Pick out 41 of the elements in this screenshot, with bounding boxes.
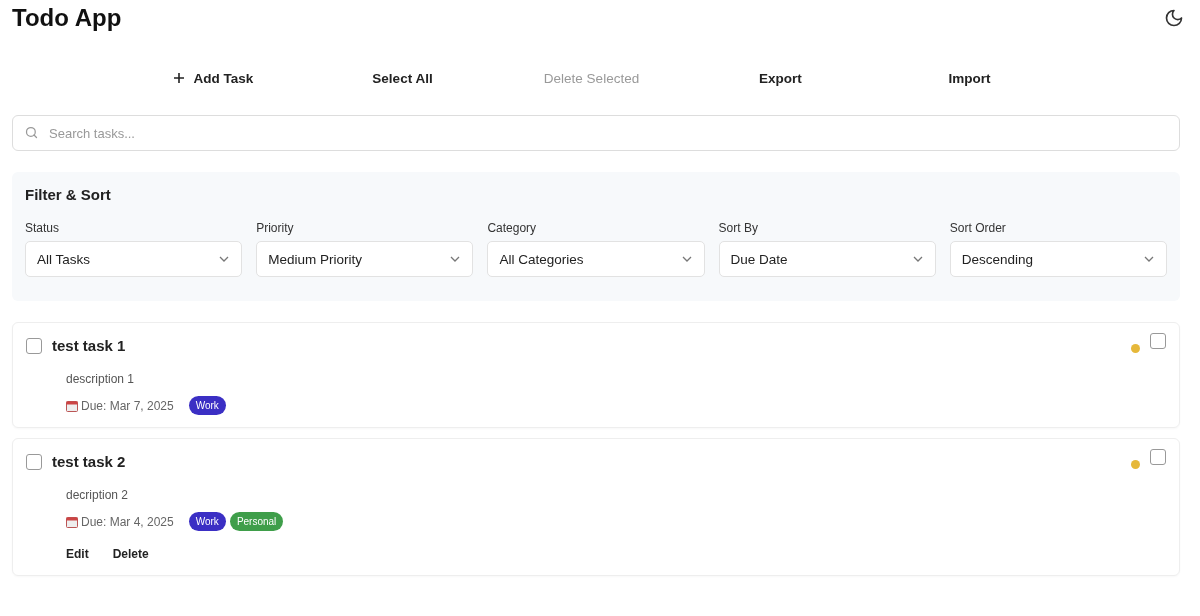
toolbar-button[interactable]: Select All: [366, 66, 439, 90]
task-description: description 1: [66, 372, 136, 386]
chevron-down-icon: [450, 256, 461, 262]
filter-label: Sort Order: [949, 221, 1007, 235]
toolbar-button[interactable]: Add Task: [167, 66, 260, 90]
task-description: decription 2: [66, 488, 130, 502]
calendar-icon: [66, 399, 78, 412]
dropdown[interactable]: All Categories: [487, 241, 705, 277]
task-title: test task 2: [52, 453, 126, 470]
filter-label: Priority: [256, 221, 295, 235]
moon-icon[interactable]: [1164, 8, 1184, 28]
chevron-down-icon: [912, 256, 923, 262]
task-title: test task 1: [52, 337, 126, 354]
search-field[interactable]: Search tasks...: [12, 115, 1180, 151]
chevron-down-icon: [1144, 256, 1154, 262]
toolbar-button[interactable]: Import: [942, 66, 997, 90]
dropdown[interactable]: All Tasks: [25, 241, 243, 277]
category-tag: Work: [188, 512, 226, 531]
panel-title: Filter & Sort: [25, 186, 112, 203]
filter-label: Category: [487, 221, 538, 235]
calendar-icon: [66, 515, 78, 528]
plus-icon: [173, 73, 184, 83]
due-date: Due: Mar 4, 2025: [81, 514, 174, 529]
toolbar-button[interactable]: Export: [753, 66, 808, 90]
dropdown[interactable]: Descending: [949, 241, 1167, 277]
task-action-button[interactable]: Delete: [105, 545, 156, 563]
chevron-down-icon: [681, 256, 692, 262]
chevron-down-icon: [219, 256, 230, 262]
due-date: Due: Mar 7, 2025: [81, 398, 174, 413]
checkbox[interactable]: [1150, 333, 1166, 349]
checkbox[interactable]: [26, 337, 42, 354]
task-action-button[interactable]: Edit: [59, 545, 96, 563]
filter-label: Sort By: [718, 221, 759, 235]
filter-label: Status: [25, 221, 61, 235]
dropdown[interactable]: Due Date: [718, 241, 936, 277]
checkbox[interactable]: [26, 453, 42, 470]
category-tag: Personal: [229, 512, 284, 531]
dropdown[interactable]: Medium Priority: [256, 241, 474, 277]
checkbox[interactable]: [1150, 449, 1166, 465]
app-title: Todo App: [12, 4, 122, 32]
category-tag: Work: [188, 396, 226, 415]
